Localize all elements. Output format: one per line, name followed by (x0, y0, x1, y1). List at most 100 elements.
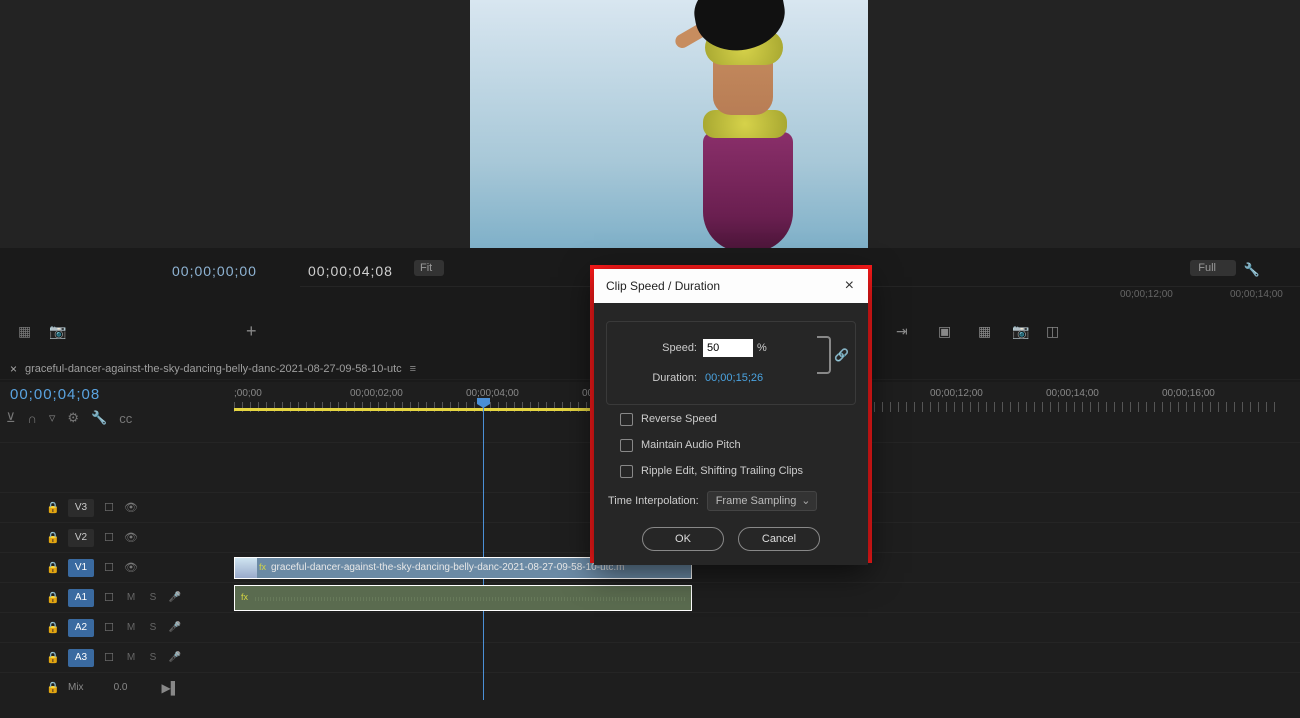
mix-label: Mix (68, 682, 84, 693)
track-badge-v1[interactable]: V1 (68, 559, 94, 577)
eye-icon[interactable]: 👁 (124, 501, 138, 514)
link-icon[interactable]: 🔗 (834, 348, 849, 362)
lock-icon[interactable]: 🔒 (46, 501, 60, 514)
solo-icon[interactable]: S (146, 622, 160, 633)
reverse-speed-label: Reverse Speed (641, 413, 717, 425)
fx-badge-icon[interactable]: fx (259, 562, 266, 572)
toggle-output-icon[interactable]: ☐ (102, 561, 116, 574)
duration-value[interactable]: 00;00;15;26 (705, 372, 763, 384)
maintain-audio-pitch-label: Maintain Audio Pitch (641, 439, 741, 451)
clip-name: graceful-dancer-against-the-sky-dancing-… (271, 562, 625, 573)
mute-icon[interactable]: M (124, 622, 138, 633)
timeline-settings-icon[interactable]: ⚙ (67, 410, 79, 426)
cancel-button[interactable]: Cancel (738, 527, 820, 551)
ruler-label: ;00;00 (234, 388, 262, 399)
waveform (255, 597, 687, 601)
voiceover-icon[interactable]: 🎤 (168, 592, 182, 603)
audio-clip[interactable]: fx (234, 585, 692, 611)
dialog-title: Clip Speed / Duration (606, 279, 839, 293)
voiceover-icon[interactable]: 🎤 (168, 622, 182, 633)
playback-resolution-select[interactable]: Full (1190, 260, 1236, 276)
lock-icon[interactable]: 🔒 (46, 621, 60, 634)
mix-value[interactable]: 0.0 (114, 682, 128, 693)
voiceover-icon[interactable]: 🎤 (168, 652, 182, 663)
lock-icon[interactable]: 🔒 (46, 591, 60, 604)
time-interpolation-label: Time Interpolation: (608, 495, 699, 507)
mute-icon[interactable]: M (124, 592, 138, 603)
lock-icon[interactable]: 🔒 (46, 651, 60, 664)
toggle-output-icon[interactable]: ☐ (102, 651, 116, 664)
ruler-label: 00;00;02;00 (350, 388, 403, 399)
compare-icon[interactable]: ◫ (1046, 323, 1059, 340)
mix-track: 🔒 Mix 0.0 ▶▌ (0, 672, 1300, 702)
ruler-tick: 00;00;14;00 (1230, 289, 1283, 300)
track-badge-a3[interactable]: A3 (68, 649, 94, 667)
clip-thumbnail (235, 558, 257, 578)
marker-icon[interactable]: ▿ (49, 410, 56, 426)
speed-label: Speed: (619, 342, 697, 354)
percent-label: % (757, 342, 767, 354)
timeline-tool-row: ⊻ ∩ ▿ ⚙ 🔧 cc (6, 408, 132, 428)
ruler-label: 00;00;14;00 (1046, 388, 1099, 399)
sequence-tab[interactable]: graceful-dancer-against-the-sky-dancing-… (25, 363, 402, 375)
speed-duration-group: Speed: % Duration: 00;00;15;26 🔗 (606, 321, 856, 405)
maintain-audio-pitch-checkbox[interactable] (620, 439, 633, 452)
toggle-output-icon[interactable]: ☐ (102, 501, 116, 514)
close-icon[interactable]: × (839, 277, 860, 295)
track-badge-a2[interactable]: A2 (68, 619, 94, 637)
lock-icon[interactable]: 🔒 (46, 561, 60, 574)
lock-icon[interactable]: 🔒 (46, 681, 60, 694)
link-bracket-icon (817, 336, 831, 374)
solo-icon[interactable]: S (146, 592, 160, 603)
linked-selection-icon[interactable]: ∩ (28, 411, 37, 426)
track-a2: 🔒 A2 ☐ M S 🎤 (0, 612, 1300, 642)
program-monitor (0, 0, 1300, 248)
playhead-timecode[interactable]: 00;00;04;08 (10, 386, 100, 403)
mute-icon[interactable]: M (124, 652, 138, 663)
ruler-label: 00;00;16;00 (1162, 388, 1215, 399)
eye-icon[interactable]: 👁 (124, 531, 138, 544)
ruler-label: 00;00;12;00 (930, 388, 983, 399)
duration-label: Duration: (619, 372, 697, 384)
ripple-edit-checkbox[interactable] (620, 465, 633, 478)
tab-menu-icon[interactable]: ≡ (410, 363, 416, 375)
fx-badge-icon[interactable]: fx (241, 592, 248, 602)
ripple-edit-label: Ripple Edit, Shifting Trailing Clips (641, 465, 803, 477)
snapshot-icon[interactable]: 📷 (1012, 323, 1029, 340)
track-badge-v2[interactable]: V2 (68, 529, 94, 547)
insert-icon[interactable]: ⇥ (896, 323, 908, 340)
toggle-output-icon[interactable]: ☐ (102, 531, 116, 544)
snap-icon[interactable]: ⊻ (6, 410, 16, 426)
camera-icon[interactable]: 📷 (49, 323, 66, 340)
preview-frame[interactable] (470, 0, 868, 248)
track-a3: 🔒 A3 ☐ M S 🎤 (0, 642, 1300, 672)
captions-icon[interactable]: cc (119, 411, 132, 426)
dialog-titlebar[interactable]: Clip Speed / Duration × (594, 269, 868, 303)
eye-icon[interactable]: 👁 (124, 561, 138, 574)
settings-icon[interactable]: 🔧 (1244, 262, 1260, 278)
timecode-current[interactable]: 00;00;04;08 (308, 263, 393, 279)
speed-input[interactable] (703, 339, 753, 357)
export-frame-icon[interactable]: ▦ (18, 323, 31, 340)
toggle-output-icon[interactable]: ☐ (102, 591, 116, 604)
add-icon[interactable]: + (246, 321, 257, 342)
ruler-tick: 00;00;12;00 (1120, 289, 1173, 300)
jump-end-icon[interactable]: ▶▌ (161, 681, 179, 695)
time-interpolation-select[interactable]: Frame Sampling (707, 491, 818, 511)
lock-icon[interactable]: 🔒 (46, 531, 60, 544)
solo-icon[interactable]: S (146, 652, 160, 663)
ruler-label: 00;00;04;00 (466, 388, 519, 399)
ok-button[interactable]: OK (642, 527, 724, 551)
toggle-output-icon[interactable]: ☐ (102, 621, 116, 634)
wrench-icon[interactable]: 🔧 (91, 410, 107, 426)
track-badge-v3[interactable]: V3 (68, 499, 94, 517)
reverse-speed-checkbox[interactable] (620, 413, 633, 426)
clip-speed-duration-dialog: Clip Speed / Duration × Speed: % Duratio… (594, 269, 868, 565)
overwrite-icon[interactable]: ▣ (938, 323, 951, 340)
preview-image (625, 0, 805, 248)
timecode-in[interactable]: 00;00;00;00 (172, 263, 257, 279)
track-badge-a1[interactable]: A1 (68, 589, 94, 607)
export-icon[interactable]: ▦ (978, 323, 991, 340)
tab-close-icon[interactable]: × (10, 362, 17, 376)
zoom-fit-select[interactable]: Fit (414, 260, 444, 276)
